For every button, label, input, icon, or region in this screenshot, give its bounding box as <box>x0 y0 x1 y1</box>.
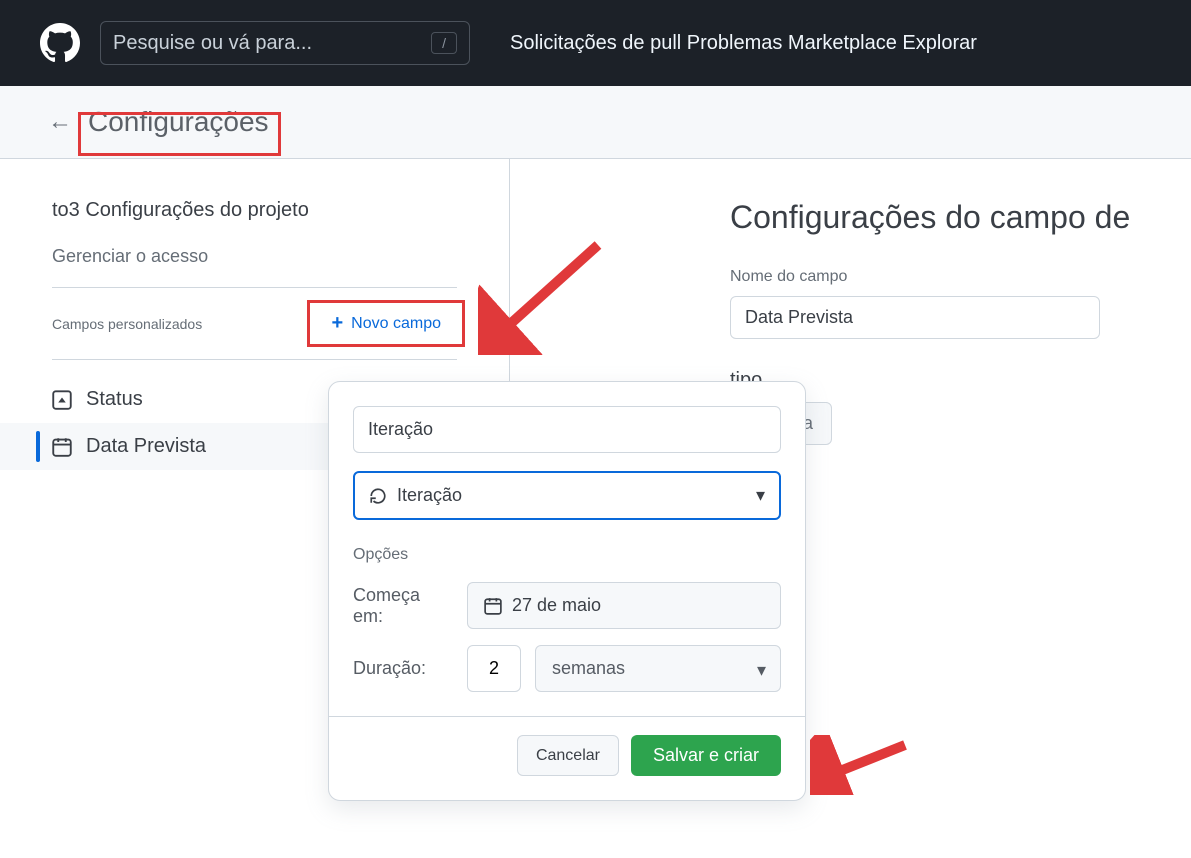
field-name-input[interactable] <box>730 296 1100 339</box>
field-item-label: Status <box>86 388 143 411</box>
calendar-icon <box>484 597 502 615</box>
search-input[interactable] <box>113 32 431 55</box>
popup-duration-input[interactable] <box>467 645 521 692</box>
field-item-label: Data Prevista <box>86 435 206 458</box>
header-nav-links[interactable]: Solicitações de pull Problemas Marketpla… <box>510 32 977 55</box>
popup-duration-unit-select[interactable]: semanas ▾ <box>535 645 781 692</box>
custom-fields-label: Campos personalizados <box>52 316 202 332</box>
iteration-icon <box>369 487 387 505</box>
single-select-icon <box>52 390 72 410</box>
sidebar-section-heading: to3 Configurações do projeto <box>52 199 457 222</box>
popup-duration-unit: semanas <box>552 658 625 678</box>
page-title-bar: ← Configurações <box>0 86 1191 159</box>
popup-start-date[interactable]: 27 de maio <box>467 582 781 629</box>
back-arrow-icon[interactable]: ← <box>48 108 72 136</box>
sidebar-link-manage-access[interactable]: Gerenciar o acesso <box>52 246 457 267</box>
chevron-down-icon: ▾ <box>757 660 766 681</box>
new-field-button[interactable]: + Novo campo <box>315 304 457 343</box>
popup-options-label: Opções <box>353 546 781 564</box>
field-name-label: Nome do campo <box>730 268 1191 286</box>
popup-start-label: Começa em: <box>353 585 453 627</box>
popup-name-input[interactable] <box>353 406 781 453</box>
new-field-popup: Iteração ▾ Opções Começa em: 27 de maio … <box>328 381 806 801</box>
panel-title: Configurações do campo de <box>730 199 1191 236</box>
calendar-icon <box>52 437 72 457</box>
popup-type-select[interactable]: Iteração ▾ <box>353 471 781 520</box>
cancel-button[interactable]: Cancelar <box>517 735 619 776</box>
popup-start-value: 27 de maio <box>512 595 601 616</box>
page-title: Configurações <box>88 106 269 138</box>
fields-divider <box>52 359 457 360</box>
content-area: to3 Configurações do projeto Gerenciar o… <box>0 159 1191 470</box>
popup-start-row: Começa em: 27 de maio <box>353 582 781 629</box>
slash-key-hint: / <box>431 32 457 54</box>
annotation-arrow-save <box>810 735 910 795</box>
popup-duration-row: Duração: semanas ▾ <box>353 645 781 692</box>
save-button[interactable]: Salvar e criar <box>631 735 781 776</box>
github-logo-icon[interactable] <box>40 23 80 63</box>
popup-divider <box>329 716 805 717</box>
search-box[interactable]: / <box>100 21 470 65</box>
chevron-down-icon: ▾ <box>756 485 765 506</box>
popup-type-value: Iteração <box>397 485 462 506</box>
popup-duration-label: Duração: <box>353 658 453 679</box>
top-header: / Solicitações de pull Problemas Marketp… <box>0 0 1191 86</box>
annotation-box-new-field <box>307 300 465 347</box>
popup-actions: Cancelar Salvar e criar <box>353 735 781 776</box>
